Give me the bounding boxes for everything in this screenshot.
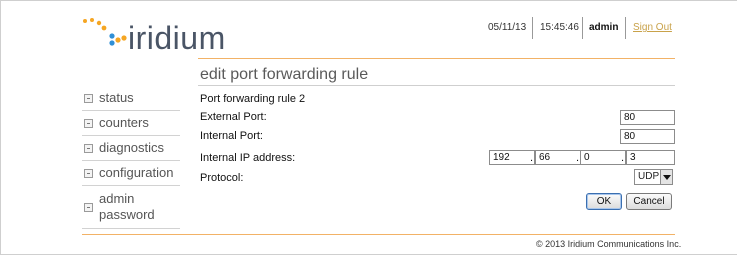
protocol-select[interactable]: UDP xyxy=(634,169,673,185)
expand-icon xyxy=(84,118,93,128)
page-title: edit port forwarding rule xyxy=(200,66,369,83)
header-time: 15:45:46 xyxy=(540,22,579,33)
sidebar-item-label: admin password xyxy=(99,191,155,222)
header-divider xyxy=(625,17,626,39)
sidebar-item-admin-password[interactable]: admin password xyxy=(82,186,180,229)
ip-octet-3-input[interactable] xyxy=(580,150,626,165)
ip-octet-1-input[interactable] xyxy=(489,150,535,165)
ip-dot: . xyxy=(621,152,625,164)
logo-dots-icon xyxy=(83,18,127,46)
sidebar-item-label: status xyxy=(99,90,134,105)
footer-accent-line xyxy=(82,234,675,235)
internal-port-input[interactable] xyxy=(620,129,675,144)
external-port-label: External Port: xyxy=(200,111,267,123)
header-accent-line xyxy=(198,58,675,59)
footer-copyright: © 2013 Iridium Communications Inc. xyxy=(536,239,682,249)
ip-dot: . xyxy=(530,152,534,164)
sidebar-item-label: configuration xyxy=(99,165,174,180)
sidebar-item-counters[interactable]: counters xyxy=(82,111,180,136)
ip-dot: . xyxy=(576,152,580,164)
header-date: 05/11/13 xyxy=(488,22,527,33)
expand-icon xyxy=(84,143,93,153)
internal-port-label: Internal Port: xyxy=(200,130,263,142)
sidebar-item-diagnostics[interactable]: diagnostics xyxy=(82,136,180,161)
ip-octet-2-input[interactable] xyxy=(535,150,581,165)
rule-heading: Port forwarding rule 2 xyxy=(200,93,306,105)
protocol-value: UDP xyxy=(638,171,660,182)
ok-button[interactable]: OK xyxy=(586,193,622,210)
brand-name: iridium xyxy=(128,20,226,56)
header-divider xyxy=(532,17,533,39)
sidebar-item-label: counters xyxy=(99,115,149,130)
sidebar-item-label: diagnostics xyxy=(99,140,165,155)
sidebar-item-configuration[interactable]: configuration xyxy=(82,161,180,186)
ip-octet-4-input[interactable] xyxy=(626,150,675,165)
header-username: admin xyxy=(589,22,619,33)
header-divider xyxy=(582,17,583,39)
external-port-input[interactable] xyxy=(620,110,675,125)
sidebar-item-status[interactable]: status xyxy=(82,86,180,111)
sidebar-nav: status counters diagnostics configuratio… xyxy=(82,86,180,229)
expand-icon xyxy=(84,168,93,178)
expand-icon xyxy=(84,202,93,212)
sign-out-link[interactable]: Sign Out xyxy=(633,22,672,33)
chevron-down-icon[interactable] xyxy=(660,170,672,184)
cancel-button[interactable]: Cancel xyxy=(626,193,672,210)
title-divider xyxy=(198,85,675,86)
expand-icon xyxy=(84,93,93,103)
protocol-label: Protocol: xyxy=(200,172,244,184)
internal-ip-label: Internal IP address: xyxy=(200,152,296,164)
